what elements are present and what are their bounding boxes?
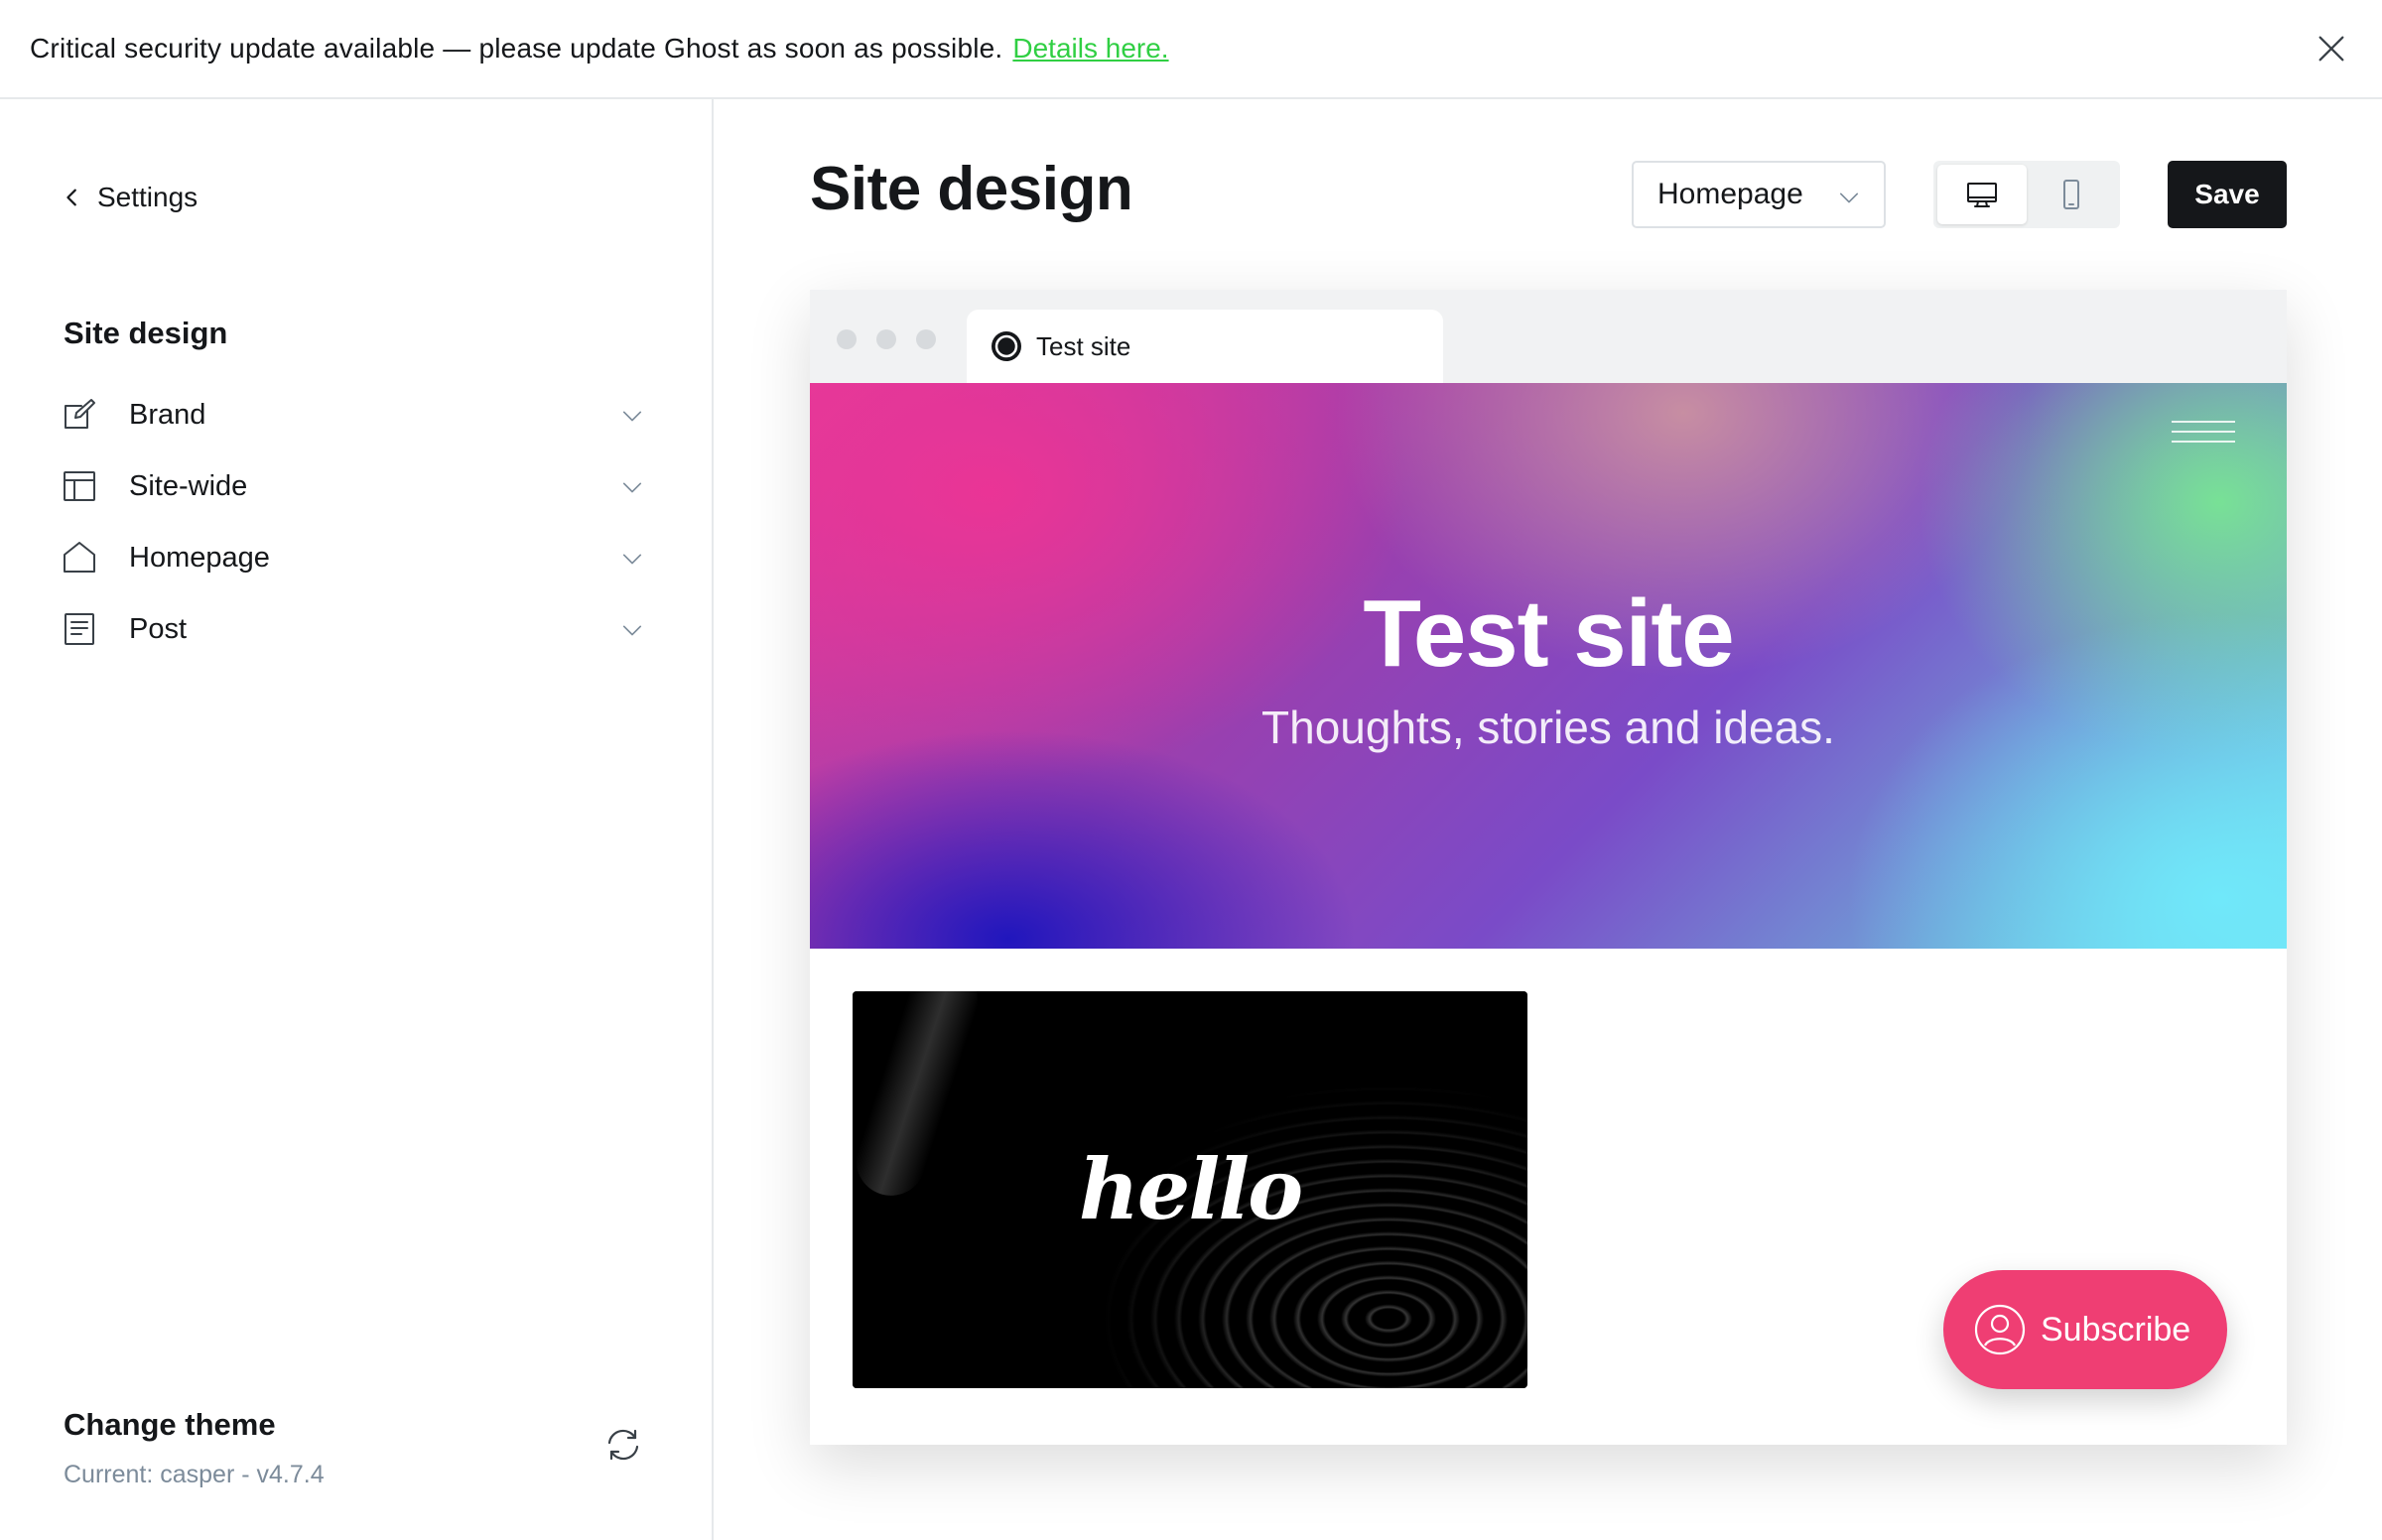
device-toggle [1933,161,2120,228]
chevron-down-icon [622,625,642,636]
site-title: Test site [1363,580,1734,687]
sidebar-item-label: Homepage [129,541,270,574]
banner-text: Critical security update available — ple… [30,33,1003,64]
settings-sidebar: Settings Site design Brand Site-wide Hom… [0,99,714,1540]
tab-title: Test site [1036,330,1131,361]
save-button[interactable]: Save [2168,161,2287,228]
preview-page-select[interactable]: Homepage [1632,161,1886,228]
window-dot [837,329,857,349]
change-theme-section: Change theme Current: casper - v4.7.4 [64,1407,325,1489]
post-image-text: hello [1078,1140,1303,1238]
banner-details-link[interactable]: Details here. [1012,33,1168,64]
layout-icon [64,471,95,501]
site-header-hero: Test site Thoughts, stories and ideas. [810,383,2287,949]
current-theme-label: Current: casper - v4.7.4 [64,1461,325,1488]
security-banner: Critical security update available — ple… [0,0,2382,99]
desktop-icon [1967,183,1997,207]
preview-page-value: Homepage [1657,178,1803,210]
mobile-icon [2063,180,2079,209]
chevron-down-icon [622,554,642,565]
subscribe-button[interactable]: Subscribe [1943,1270,2227,1389]
site-description: Thoughts, stories and ideas. [1261,702,1835,753]
chevron-left-icon [66,189,76,206]
sidebar-item-label: Site-wide [129,469,248,502]
sidebar-item-site-wide[interactable]: Site-wide [62,450,647,522]
site-favicon-icon [992,331,1021,361]
change-theme-title: Change theme [64,1407,276,1442]
window-dot [916,329,936,349]
user-icon [1974,1304,2026,1355]
page-title: Site design [810,155,1133,223]
sidebar-item-label: Post [129,612,188,645]
post-card-image[interactable]: hello [853,991,1527,1388]
refresh-icon[interactable] [603,1425,643,1465]
close-icon[interactable] [2315,32,2348,65]
back-to-settings-link[interactable]: Settings [62,182,198,213]
chevron-down-icon [622,411,642,422]
subscribe-label: Subscribe [2041,1310,2191,1348]
sidebar-item-label: Brand [129,398,206,431]
design-sections: Brand Site-wide Homepage Post [62,379,647,665]
brush-icon [65,399,95,429]
mobile-preview-button[interactable] [2027,165,2116,224]
home-icon [64,542,95,573]
window-dot [876,329,896,349]
desktop-preview-button[interactable] [1937,165,2027,224]
sidebar-item-brand[interactable]: Brand [62,379,647,450]
browser-chrome: Test site [810,290,2287,383]
browser-tab: Test site [967,310,1443,383]
chevron-down-icon [622,482,642,493]
document-icon [65,613,94,645]
hamburger-menu-icon[interactable] [2172,421,2235,450]
chevron-down-icon [1839,192,1859,203]
sidebar-item-post[interactable]: Post [62,593,647,665]
site-preview: Test site Test site Thoughts, stories an… [810,290,2287,1445]
sidebar-item-homepage[interactable]: Homepage [62,522,647,593]
sidebar-title: Site design [64,316,228,350]
back-label: Settings [97,182,198,212]
